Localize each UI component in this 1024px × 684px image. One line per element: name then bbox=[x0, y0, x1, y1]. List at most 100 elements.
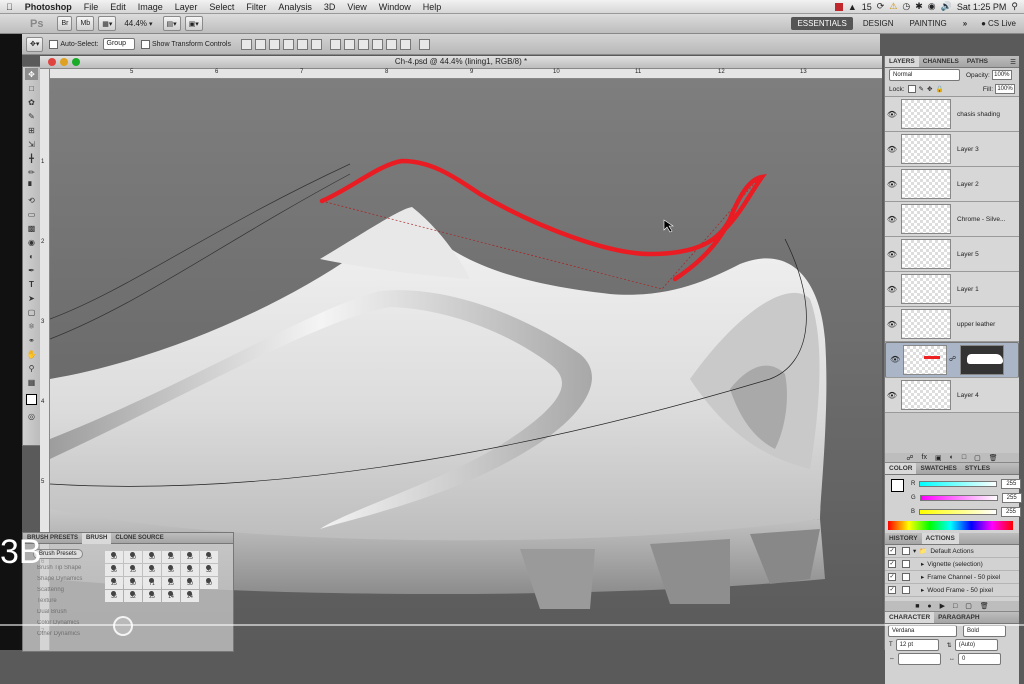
brush-tip[interactable]: 36 bbox=[162, 564, 180, 576]
distribute-left-icon[interactable] bbox=[371, 38, 383, 50]
default-colors-icon[interactable]: ▦ bbox=[25, 376, 38, 388]
eye-icon[interactable]: 👁 bbox=[885, 320, 899, 329]
layer-row[interactable]: 👁 chasis shading bbox=[885, 97, 1019, 132]
quick-mask-icon[interactable]: ◎ bbox=[25, 410, 38, 422]
dialog-toggle[interactable] bbox=[902, 586, 910, 594]
new-layer-icon[interactable]: ▢ bbox=[974, 454, 981, 462]
zoom-window-icon[interactable] bbox=[72, 58, 80, 66]
delete-action-icon[interactable]: 🗑 bbox=[980, 602, 989, 610]
layer-mask-thumbnail[interactable] bbox=[960, 345, 1004, 375]
view-extras-button[interactable]: ▦▾ bbox=[98, 16, 117, 31]
fx-icon[interactable]: fx bbox=[922, 454, 927, 461]
action-toggle[interactable]: ✓ bbox=[888, 547, 896, 555]
blue-input[interactable]: 255 bbox=[1001, 507, 1022, 517]
apple-icon[interactable]:  bbox=[0, 2, 19, 12]
brush-option[interactable]: Shape Dynamics bbox=[23, 574, 103, 585]
brush-tip[interactable]: 24 bbox=[181, 590, 199, 602]
blur-tool-icon[interactable]: ◉ bbox=[25, 236, 38, 248]
tab-paths[interactable]: PATHS bbox=[963, 56, 992, 67]
volume-icon[interactable]: 🔊 bbox=[941, 1, 952, 12]
eye-icon[interactable]: 👁 bbox=[889, 355, 901, 365]
tab-actions[interactable]: ACTIONS bbox=[921, 533, 959, 544]
lock-all-icon[interactable]: 🔒 bbox=[935, 85, 943, 93]
tab-swatches[interactable]: SWATCHES bbox=[916, 463, 960, 474]
healing-brush-tool-icon[interactable]: ╋ bbox=[25, 152, 38, 164]
lock-position-icon[interactable]: ✥ bbox=[927, 85, 932, 93]
clone-stamp-tool-icon[interactable]: ▘ bbox=[25, 180, 38, 192]
eye-icon[interactable]: 👁 bbox=[885, 391, 899, 400]
auto-align-icon[interactable] bbox=[418, 38, 430, 50]
eye-icon[interactable]: 👁 bbox=[885, 180, 899, 189]
foreground-background-color-icon[interactable] bbox=[25, 390, 38, 408]
panel-menu-icon[interactable]: ☰ bbox=[1010, 58, 1019, 66]
disclosure-icon[interactable]: ▸ bbox=[921, 573, 924, 581]
video-progress-knob[interactable] bbox=[112, 616, 133, 636]
type-tool-icon[interactable]: T bbox=[25, 278, 38, 290]
distribute-top-icon[interactable] bbox=[329, 38, 341, 50]
blue-slider[interactable] bbox=[919, 509, 998, 515]
dodge-tool-icon[interactable]: ◐ bbox=[25, 250, 38, 262]
video-progress-bar[interactable] bbox=[0, 624, 1024, 626]
tracking-input[interactable]: 0 bbox=[958, 653, 1001, 665]
trash-icon[interactable]: 🗑 bbox=[989, 454, 998, 462]
brush-tip[interactable]: 50 bbox=[200, 577, 218, 589]
green-input[interactable]: 255 bbox=[1001, 493, 1022, 503]
workspace-design[interactable]: DESIGN bbox=[857, 17, 900, 30]
brush-option[interactable]: Scattering bbox=[23, 585, 103, 596]
align-bottom-icon[interactable] bbox=[268, 38, 280, 50]
mini-bridge-button[interactable]: Mb bbox=[76, 16, 95, 31]
red-slider[interactable] bbox=[919, 481, 998, 487]
brush-tip[interactable]: 25 bbox=[162, 577, 180, 589]
quick-select-tool-icon[interactable]: ✎ bbox=[25, 110, 38, 122]
layer-row[interactable]: 👁 Layer 4 bbox=[885, 378, 1019, 413]
brush-tool-icon[interactable]: ✏ bbox=[25, 166, 38, 178]
foreground-swatch[interactable] bbox=[891, 479, 904, 492]
shape-tool-icon[interactable]: ▢ bbox=[25, 306, 38, 318]
brush-tip[interactable]: 25 bbox=[105, 577, 123, 589]
sync-icon[interactable]: ⟳ bbox=[877, 1, 885, 12]
workspace-essentials[interactable]: ESSENTIALS bbox=[791, 17, 853, 30]
brush-tip[interactable]: 25 bbox=[124, 564, 142, 576]
arrange-documents-button[interactable]: ▤▾ bbox=[162, 16, 181, 31]
3d-orbit-tool-icon[interactable]: ⚭ bbox=[25, 334, 38, 346]
action-toggle[interactable]: ✓ bbox=[888, 586, 896, 594]
show-transform-checkbox[interactable] bbox=[141, 39, 150, 49]
bluetooth-icon[interactable]: ✱ bbox=[915, 1, 923, 12]
history-brush-tool-icon[interactable]: ⟲ bbox=[25, 194, 38, 206]
align-right-icon[interactable] bbox=[310, 38, 322, 50]
tab-layers[interactable]: LAYERS bbox=[885, 56, 919, 67]
brush-tip[interactable]: 25 bbox=[200, 551, 218, 563]
menu-3d[interactable]: 3D bbox=[318, 2, 342, 12]
gradient-tool-icon[interactable]: ▩ bbox=[25, 222, 38, 234]
auto-select-dropdown[interactable]: Group bbox=[102, 38, 135, 50]
menu-filter[interactable]: Filter bbox=[240, 2, 272, 12]
link-icon[interactable]: ☍ bbox=[949, 355, 956, 365]
brush-tip[interactable]: 50 bbox=[181, 577, 199, 589]
brush-tip[interactable]: 71 bbox=[143, 577, 161, 589]
layer-row-selected[interactable]: 👁 ☍ bbox=[885, 342, 1019, 378]
crop-tool-icon[interactable]: ⊞ bbox=[25, 124, 38, 136]
brush-option[interactable]: Texture bbox=[23, 596, 103, 607]
font-style-dropdown[interactable]: Bold bbox=[963, 625, 1006, 637]
font-family-dropdown[interactable]: Verdana bbox=[888, 625, 957, 637]
cs-live-button[interactable]: CS Live bbox=[988, 19, 1016, 28]
menu-file[interactable]: File bbox=[78, 2, 105, 12]
action-toggle[interactable]: ✓ bbox=[888, 573, 896, 581]
eye-icon[interactable]: 👁 bbox=[885, 250, 899, 259]
brush-tip[interactable]: 25 bbox=[143, 590, 161, 602]
color-spectrum-bar[interactable] bbox=[888, 521, 1013, 530]
adobe-updates-icon[interactable]: ▲ bbox=[848, 2, 857, 12]
move-tool-icon[interactable]: ✥ bbox=[25, 68, 38, 80]
clock[interactable]: Sat 1:25 PM bbox=[957, 2, 1007, 12]
lasso-tool-icon[interactable]: ✿ bbox=[25, 96, 38, 108]
workspace-painting[interactable]: PAINTING bbox=[904, 17, 953, 30]
record-icon[interactable]: ● bbox=[927, 603, 931, 610]
distribute-bottom-icon[interactable] bbox=[357, 38, 369, 50]
brush-tip[interactable]: 36 bbox=[181, 564, 199, 576]
opacity-input[interactable]: 100% bbox=[991, 70, 1012, 80]
tool-preset-picker[interactable]: ✥▾ bbox=[26, 36, 44, 52]
brush-tip[interactable]: 32 bbox=[200, 564, 218, 576]
kerning-input[interactable] bbox=[898, 653, 941, 665]
red-input[interactable]: 255 bbox=[1001, 479, 1022, 489]
screen-mode-button[interactable]: ▣▾ bbox=[184, 16, 203, 31]
